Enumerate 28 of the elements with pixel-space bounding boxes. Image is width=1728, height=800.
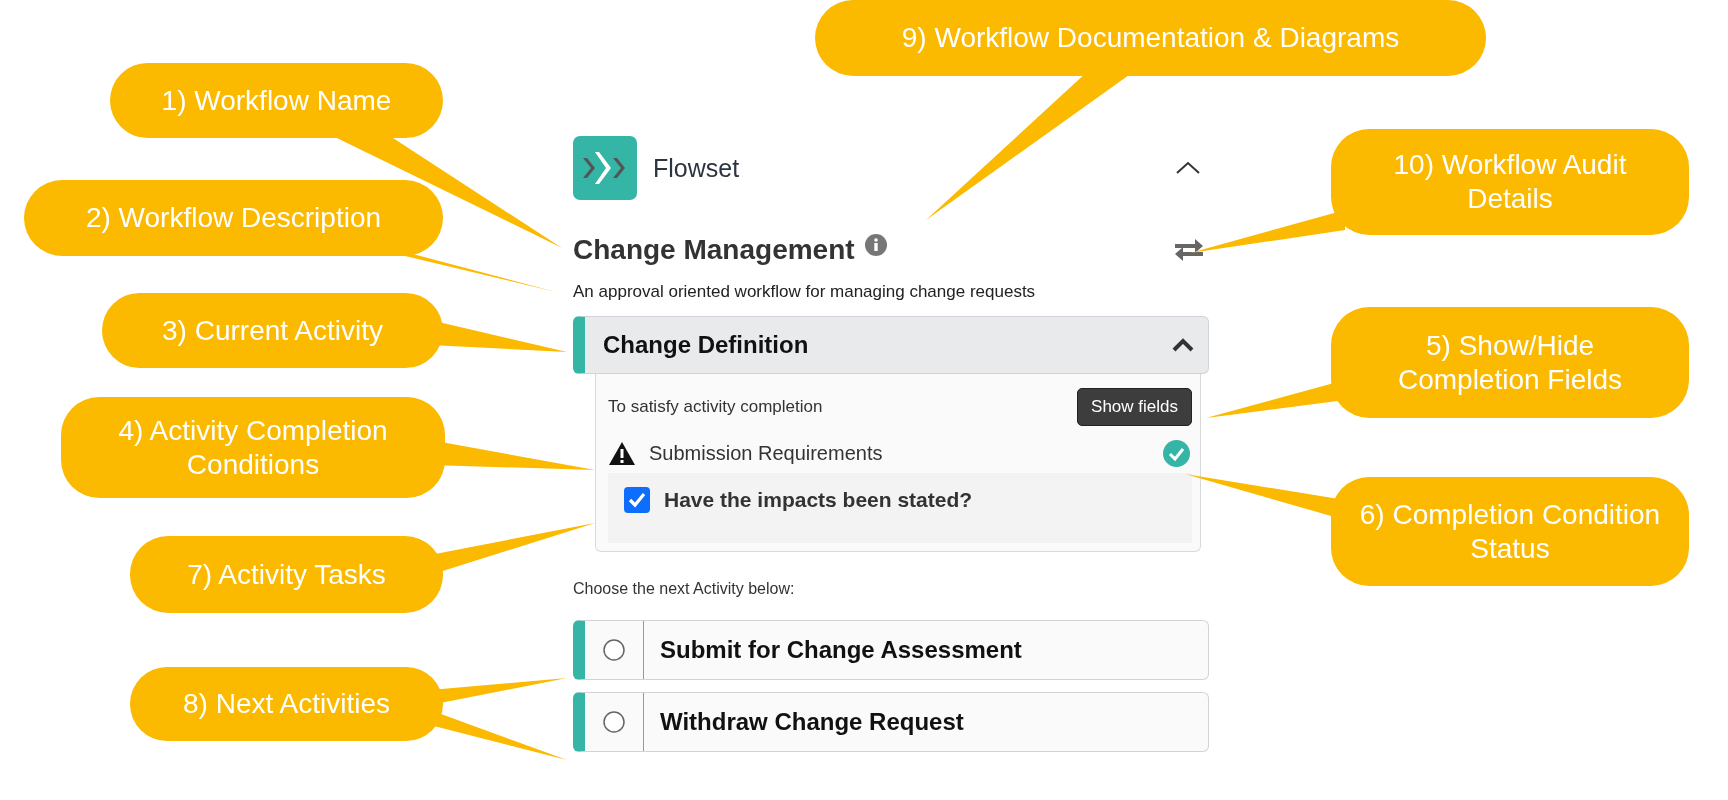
callout-label: 10) Workflow Audit Details [1331,129,1689,235]
info-icon[interactable] [864,234,887,256]
show-fields-button[interactable]: Show fields [1077,388,1192,426]
condition-name: Submission Requirements [649,442,884,465]
app-name: Flowset [653,153,741,183]
workflow-title: Change Management [573,234,855,266]
next-activity-option[interactable]: Submit for Change Assessment [573,620,1209,680]
next-activity-option[interactable]: Withdraw Change Request [573,692,1209,752]
activity-title: Change Definition [603,331,810,359]
completion-prompt: To satisfy activity completion [608,397,823,417]
callout-label: 5) Show/Hide Completion Fields [1331,307,1689,418]
activity-header[interactable]: Change Definition [573,316,1209,374]
task-label: Have the impacts been stated? [664,488,973,512]
next-activity-prompt: Choose the next Activity below: [573,580,796,598]
logo-icon [573,136,637,200]
callout-label: 4) Activity Completion Conditions [61,397,445,498]
caret-icon[interactable] [1172,338,1194,352]
swap-arrows-icon[interactable] [1173,236,1205,264]
callout-label: 8) Next Activities [130,667,443,741]
callout-label: 9) Workflow Documentation & Diagrams [815,0,1486,76]
callout-label: 6) Completion Condition Status [1331,477,1689,586]
workflow-description: An approval oriented workflow for managing change requests [573,282,1037,302]
callout-label: 1) Workflow Name [110,63,443,138]
warning-icon [608,441,636,466]
radio-button[interactable] [603,639,625,661]
radio-button[interactable] [603,711,625,733]
chevron-icon[interactable] [1175,160,1201,176]
checkbox[interactable] [624,487,650,513]
